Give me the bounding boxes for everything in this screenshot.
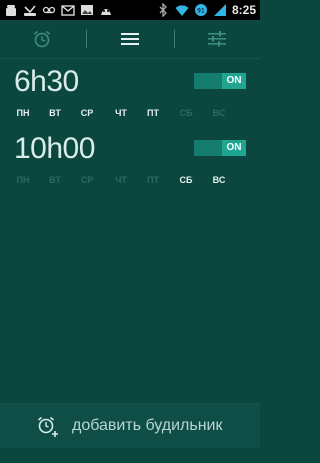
day-thu[interactable]: ЧТ (110, 173, 132, 187)
day-sat[interactable]: СБ (175, 173, 197, 187)
signal-icon (213, 4, 226, 16)
battery-saver-icon: 91 (194, 4, 207, 16)
add-alarm-button[interactable]: добавить будильник (0, 403, 260, 448)
bluetooth-icon (159, 3, 167, 17)
add-alarm-label: добавить будильник (72, 417, 223, 434)
day-fri[interactable]: ПТ (142, 106, 164, 120)
tab-settings[interactable] (205, 28, 229, 50)
toggle-label: ON (222, 140, 246, 156)
alarm-clock-icon (33, 30, 51, 48)
day-wed[interactable]: СР (76, 173, 98, 187)
add-alarm-icon (37, 416, 58, 437)
status-time: 8:25 (231, 3, 256, 17)
alarm-time[interactable]: 6h30 (14, 64, 79, 100)
alarm-time[interactable]: 10h00 (14, 131, 95, 167)
alarm-toggle[interactable]: ON (194, 73, 246, 89)
android-debug-icon (6, 5, 16, 16)
day-mon[interactable]: ПН (12, 173, 34, 187)
tab-divider (174, 30, 175, 48)
tab-divider (86, 30, 87, 48)
action-bar (0, 20, 260, 59)
day-wed[interactable]: СР (76, 106, 98, 120)
voicemail-icon (42, 6, 56, 14)
system-icons: 91 8:25 (156, 3, 256, 17)
sliders-icon (208, 31, 226, 47)
day-sun[interactable]: ВС (208, 173, 230, 187)
day-tue[interactable]: ВТ (44, 173, 66, 187)
tab-list[interactable] (118, 28, 142, 50)
image-icon (81, 5, 93, 15)
day-sat[interactable]: СБ (175, 106, 197, 120)
notification-icons (4, 3, 113, 17)
alarm-toggle[interactable]: ON (194, 140, 246, 156)
svg-text:91: 91 (197, 8, 205, 15)
day-mon[interactable]: ПН (12, 106, 34, 120)
missed-call-icon (24, 5, 36, 16)
toggle-label: ON (222, 73, 246, 89)
day-sun[interactable]: ВС (208, 106, 230, 120)
cyanogen-icon (101, 9, 111, 15)
day-tue[interactable]: ВТ (44, 106, 66, 120)
tab-alarms[interactable] (30, 28, 54, 50)
day-fri[interactable]: ПТ (142, 173, 164, 187)
wifi-icon (175, 5, 189, 16)
day-thu[interactable]: ЧТ (110, 106, 132, 120)
gmail-icon (61, 5, 75, 16)
alarm-item[interactable]: 10h00 ON ПН ВТ СР ЧТ ПТ СБ ВС (0, 131, 260, 201)
alarm-item[interactable]: 6h30 ON ПН ВТ СР ЧТ ПТ СБ ВС (0, 64, 260, 134)
status-bar: 91 8:25 (0, 0, 260, 20)
menu-icon (121, 33, 139, 45)
